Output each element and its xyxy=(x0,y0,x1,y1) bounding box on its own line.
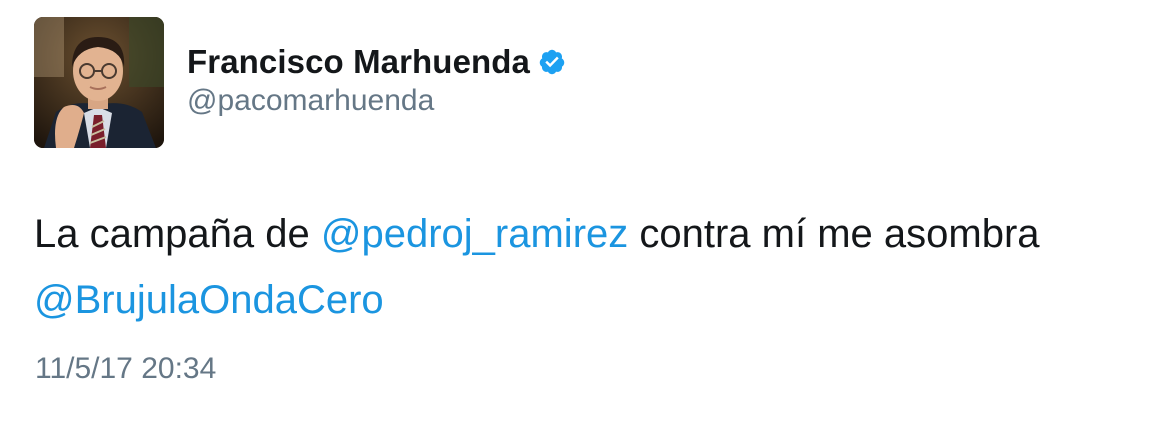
tweet-text-line-2: @BrujulaOndaCero xyxy=(34,267,1168,333)
tweet-timestamp[interactable]: 11/5/17 20:34 xyxy=(35,352,216,386)
verified-badge-icon xyxy=(538,48,566,76)
tweet-text-prefix: La campaña de xyxy=(34,212,321,256)
tweet-text-line-1: La campaña de @pedroj_ramirez contra mí … xyxy=(34,201,1168,267)
tweet-text: La campaña de @pedroj_ramirez contra mí … xyxy=(34,201,1168,333)
display-name[interactable]: Francisco Marhuenda xyxy=(187,43,530,81)
author-handle[interactable]: @pacomarhuenda xyxy=(187,84,434,118)
mention-link-pedroj[interactable]: @pedroj_ramirez xyxy=(321,212,628,256)
mention-link-brujula[interactable]: @BrujulaOndaCero xyxy=(34,278,384,322)
tweet-text-suffix: contra mí me asombra xyxy=(628,212,1040,256)
author-name-row: Francisco Marhuenda xyxy=(187,40,566,84)
avatar-photo xyxy=(34,17,164,148)
avatar[interactable] xyxy=(34,17,164,148)
tweet-card: Francisco Marhuenda @pacomarhuenda La ca… xyxy=(0,0,1168,424)
